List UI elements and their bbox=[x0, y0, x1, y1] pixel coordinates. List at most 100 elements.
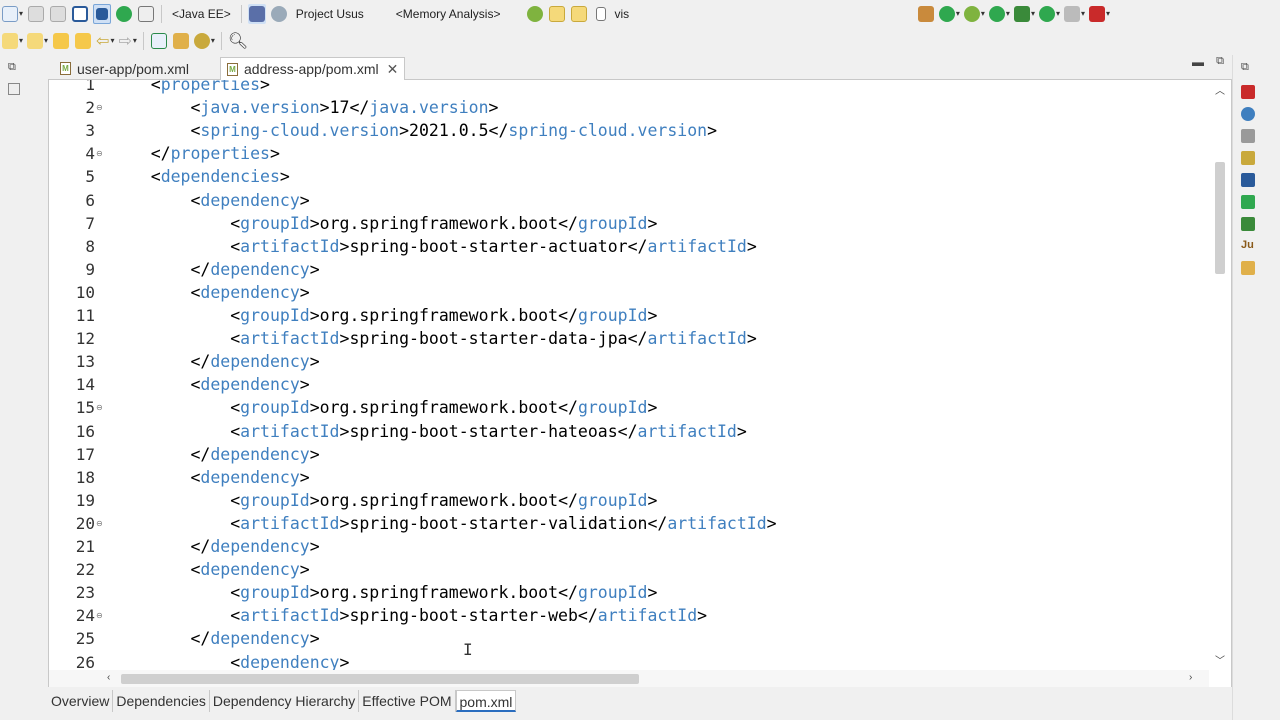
code-line[interactable]: <dependency> bbox=[111, 191, 309, 210]
code-line[interactable]: <groupId>org.springframework.boot</group… bbox=[111, 214, 657, 233]
scroll-up-icon[interactable]: ︿ bbox=[1215, 82, 1225, 97]
new-file-icon[interactable]: ▾ bbox=[2, 4, 23, 24]
vis-icon[interactable] bbox=[592, 4, 610, 24]
vis-label[interactable]: vis bbox=[612, 7, 631, 21]
search-tool-icon[interactable]: ▾ bbox=[193, 31, 215, 51]
minimize-icon[interactable]: ▬ bbox=[1192, 55, 1204, 69]
package-explorer-icon[interactable] bbox=[8, 83, 20, 95]
fold-toggle-icon[interactable]: ⊖ bbox=[96, 519, 103, 528]
back-arrow-icon[interactable]: ⇦ ▾ bbox=[96, 31, 114, 51]
fold-toggle-icon[interactable]: ⊖ bbox=[96, 149, 103, 158]
code-line[interactable]: <dependency> bbox=[111, 283, 309, 302]
external-tools-icon[interactable]: ▾ bbox=[1038, 4, 1060, 24]
tab-dependency-hierarchy[interactable]: Dependency Hierarchy bbox=[210, 689, 360, 712]
code-line[interactable]: <artifactId>spring-boot-starter-data-jpa… bbox=[111, 329, 757, 348]
close-icon[interactable]: ✕ bbox=[387, 61, 399, 78]
code-line[interactable]: <spring-cloud.version>2021.0.5</spring-c… bbox=[111, 121, 717, 140]
bug-icon[interactable] bbox=[526, 4, 544, 24]
java-ee-perspective[interactable]: <Java EE> bbox=[166, 7, 237, 21]
code-line[interactable]: <groupId>org.springframework.boot</group… bbox=[111, 491, 657, 510]
javadoc-icon[interactable] bbox=[1241, 107, 1255, 121]
horizontal-scrollbar[interactable]: ‹ › bbox=[49, 670, 1209, 687]
disconnect-icon[interactable]: ▾ bbox=[1088, 4, 1110, 24]
next-annotation-icon[interactable]: ▾ bbox=[2, 31, 23, 51]
code-line[interactable]: <artifactId>spring-boot-starter-hateoas<… bbox=[111, 422, 747, 441]
restore-icon[interactable]: ⧉ bbox=[1241, 61, 1249, 74]
open-type-icon[interactable] bbox=[150, 31, 168, 51]
code-line[interactable]: <artifactId>spring-boot-starter-web</art… bbox=[111, 606, 707, 625]
last-edit-icon[interactable] bbox=[52, 31, 70, 51]
terminal-icon[interactable] bbox=[71, 4, 89, 24]
code-line[interactable]: <dependency> bbox=[111, 468, 309, 487]
code-line[interactable]: </dependency> bbox=[111, 260, 319, 279]
restore-icon[interactable]: ⧉ bbox=[8, 61, 16, 74]
code-line[interactable]: </dependency> bbox=[111, 445, 319, 464]
code-line[interactable]: <artifactId>spring-boot-starter-actuator… bbox=[111, 237, 757, 256]
servers-icon[interactable] bbox=[1241, 195, 1255, 209]
console-icon[interactable] bbox=[1241, 173, 1255, 187]
horizontal-scroll-thumb[interactable] bbox=[121, 674, 639, 684]
debug-perspective-icon[interactable] bbox=[247, 3, 266, 24]
scroll-right-icon[interactable]: › bbox=[1189, 672, 1192, 683]
scroll-down-icon[interactable]: ﹀ bbox=[1215, 652, 1225, 667]
coverage-icon[interactable]: ▾ bbox=[938, 4, 960, 24]
junit-icon[interactable]: Ju bbox=[1241, 239, 1254, 251]
grid-icon[interactable] bbox=[137, 4, 155, 24]
code-line[interactable]: <artifactId>spring-boot-starter-validati… bbox=[111, 514, 776, 533]
plugin-icon[interactable] bbox=[917, 4, 935, 24]
search-view-icon[interactable] bbox=[1241, 151, 1255, 165]
code-line[interactable]: <dependency> bbox=[111, 560, 309, 579]
tab-address-app-pom[interactable]: M address-app/pom.xml ✕ bbox=[220, 57, 406, 80]
svn-icon[interactable] bbox=[270, 4, 288, 24]
code-line[interactable]: <properties> bbox=[111, 80, 270, 94]
toggle-button-icon[interactable] bbox=[93, 3, 112, 24]
package-icon[interactable] bbox=[570, 4, 588, 24]
tab-pom-xml[interactable]: pom.xml bbox=[455, 689, 517, 712]
forward-edit-icon[interactable] bbox=[74, 31, 92, 51]
prev-annotation-icon[interactable]: ▾ bbox=[27, 31, 48, 51]
code-line[interactable]: <dependency> bbox=[111, 653, 349, 671]
tab-dependencies[interactable]: Dependencies bbox=[113, 689, 210, 712]
open-folder-icon[interactable] bbox=[172, 31, 190, 51]
vertical-scrollbar[interactable]: ︿ ﹀ bbox=[1209, 80, 1231, 670]
code-line[interactable]: </dependency> bbox=[111, 352, 319, 371]
code-line[interactable]: <groupId>org.springframework.boot</group… bbox=[111, 583, 657, 602]
search-icon[interactable]: 🔍︎ bbox=[228, 31, 248, 51]
fold-toggle-icon[interactable]: ⊖ bbox=[96, 403, 103, 412]
project-usus-perspective[interactable]: Project Usus bbox=[290, 7, 370, 21]
scroll-left-icon[interactable]: ‹ bbox=[107, 672, 110, 683]
code-area[interactable]: <properties> <java.version>17</java.vers… bbox=[111, 80, 1201, 670]
code-line[interactable]: </dependency> bbox=[111, 629, 319, 648]
run-icon[interactable]: ▾ bbox=[988, 4, 1010, 24]
refresh-icon[interactable] bbox=[115, 4, 133, 24]
memory-analysis-perspective[interactable]: <Memory Analysis> bbox=[390, 7, 507, 21]
declaration-icon[interactable] bbox=[1241, 129, 1255, 143]
tab-user-app-pom[interactable]: M user-app/pom.xml bbox=[54, 57, 195, 80]
git-staging-icon[interactable] bbox=[1241, 261, 1255, 275]
stop-icon[interactable]: ▾ bbox=[1063, 4, 1085, 24]
xml-tag-name: dependency bbox=[240, 652, 340, 671]
fold-toggle-icon[interactable]: ⊖ bbox=[96, 611, 103, 620]
save-all-icon[interactable] bbox=[49, 4, 67, 24]
code-line[interactable]: <dependency> bbox=[111, 375, 309, 394]
code-line[interactable]: </properties> bbox=[111, 144, 280, 163]
forward-arrow-icon[interactable]: ⇨ ▾ bbox=[118, 31, 136, 51]
debug-icon[interactable]: ▾ bbox=[963, 4, 985, 24]
fold-toggle-icon[interactable]: ⊖ bbox=[96, 103, 103, 112]
code-line[interactable]: <java.version>17</java.version> bbox=[111, 98, 498, 117]
tab-effective-pom[interactable]: Effective POM bbox=[359, 689, 456, 712]
code-line[interactable]: </dependency> bbox=[111, 537, 319, 556]
code-line[interactable]: <groupId>org.springframework.boot</group… bbox=[111, 306, 657, 325]
xml-source-editor[interactable]: 1 2 ⊖ 3 4 ⊖ 5 6 7 8 9 10 11 12 13 14 15 ⊖ 16 17 18 19 20 ⊖ 21 22 2… bbox=[48, 80, 1232, 687]
git-icon[interactable] bbox=[548, 4, 566, 24]
code-line[interactable]: <dependencies> bbox=[111, 167, 290, 186]
run-server-icon[interactable]: ▾ bbox=[1013, 4, 1035, 24]
tag-bracket: </ bbox=[488, 121, 509, 141]
problems-icon[interactable] bbox=[1241, 85, 1255, 99]
maximize-icon[interactable]: ⧉ bbox=[1216, 55, 1224, 68]
tab-overview[interactable]: Overview bbox=[48, 689, 114, 712]
vertical-scroll-thumb[interactable] bbox=[1215, 162, 1225, 274]
data-source-icon[interactable] bbox=[1241, 217, 1255, 231]
code-line[interactable]: <groupId>org.springframework.boot</group… bbox=[111, 398, 657, 417]
save-icon[interactable] bbox=[27, 4, 45, 24]
